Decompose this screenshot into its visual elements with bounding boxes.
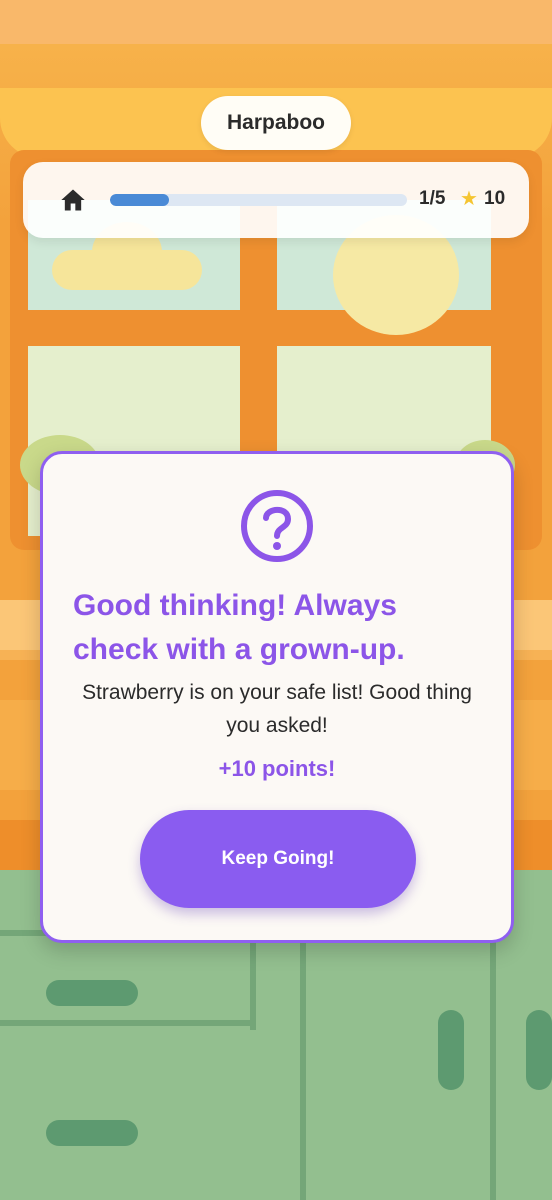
cabinet-edge	[250, 930, 256, 1030]
feedback-title: Good thinking! Always check with a grown…	[73, 589, 405, 666]
home-button[interactable]	[59, 186, 87, 214]
game-hud: 1/5 ★ 10	[23, 162, 529, 238]
cloud-decoration	[52, 222, 202, 290]
keep-going-button[interactable]: Keep Going!	[140, 810, 416, 908]
points-earned: +10 points!	[218, 756, 336, 781]
cabinet-edge	[0, 1020, 255, 1026]
sky-band	[0, 0, 552, 44]
door-handle	[526, 1010, 552, 1090]
feedback-dialog: Good thinking! Always check with a grown…	[40, 451, 514, 943]
progress-bar	[110, 194, 407, 206]
home-icon	[61, 189, 85, 211]
question-circle-icon	[241, 490, 313, 562]
cabinet-edge	[490, 930, 496, 1200]
player-name: Harpaboo	[226, 111, 325, 134]
star-icon: ★	[460, 188, 478, 210]
score-value: 10	[484, 188, 506, 209]
progress-counter: 1/5	[419, 188, 446, 209]
cabinet-edge	[300, 930, 306, 1200]
feedback-message: Strawberry is on your safe list! Good th…	[82, 681, 472, 737]
drawer-handle	[46, 1120, 138, 1146]
drawer-handle	[46, 980, 138, 1006]
progress-bar-fill	[110, 194, 170, 206]
player-name-badge: Harpaboo	[201, 96, 351, 150]
door-handle	[438, 1010, 464, 1090]
